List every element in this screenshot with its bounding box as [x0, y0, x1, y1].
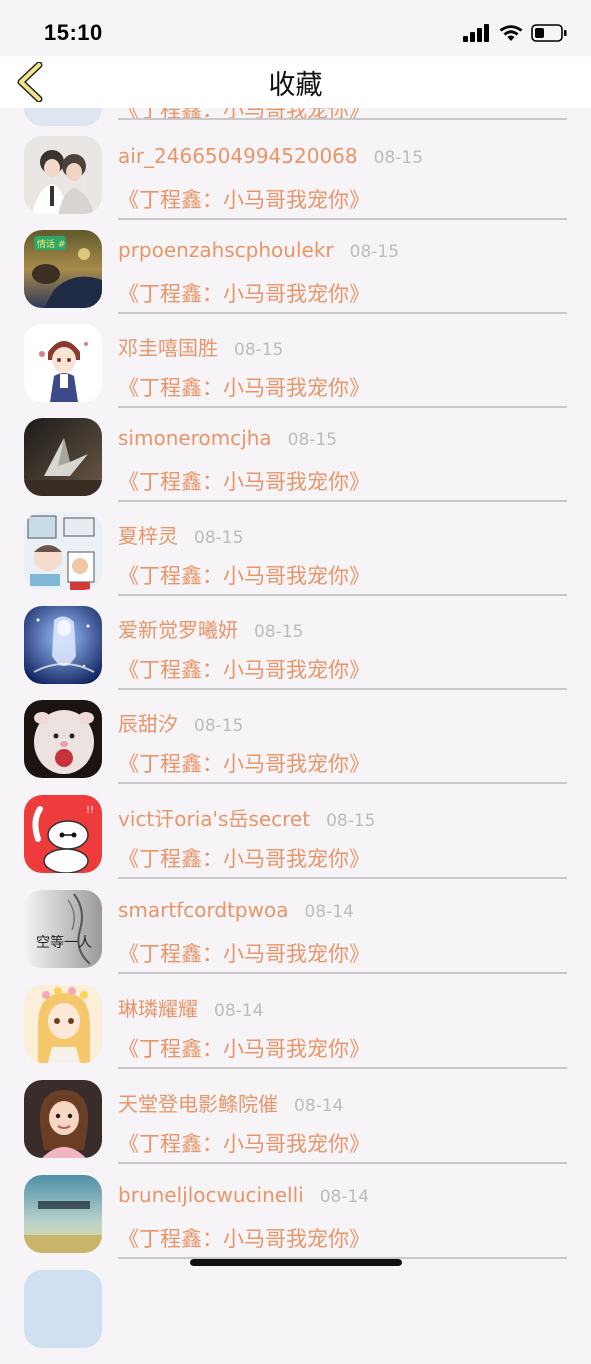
story-title-link[interactable]: 《丁程鑫：小马哥我宠你》: [118, 938, 370, 968]
user-name[interactable]: 爱新觉罗曦妍: [118, 614, 238, 643]
avatar-photo-dusk[interactable]: 情话 #: [24, 230, 102, 308]
date-label: 08-15: [194, 716, 244, 736]
row-divider: [118, 877, 567, 879]
cellular-signal-icon: [463, 24, 491, 46]
user-name[interactable]: simoneromcjha: [118, 426, 272, 450]
home-indicator[interactable]: [190, 1259, 402, 1266]
list-item[interactable]: 夏梓灵 08-15 《丁程鑫：小马哥我宠你》: [0, 512, 591, 606]
list-item[interactable]: 邓圭嘻国胜 08-15 《丁程鑫：小马哥我宠你》: [0, 324, 591, 418]
row-divider: [118, 782, 567, 784]
status-bar: 15:10: [0, 0, 591, 56]
user-name[interactable]: 夏梓灵: [118, 520, 178, 549]
date-label: 08-14: [214, 1001, 264, 1021]
row-divider: [118, 1067, 567, 1069]
avatar: [24, 1270, 102, 1348]
date-label: 08-14: [319, 1187, 370, 1207]
svg-text:!!: !!: [86, 805, 94, 816]
list-item[interactable]: 辰甜汐 08-15 《丁程鑫：小马哥我宠你》: [0, 700, 591, 794]
status-time: 15:10: [44, 20, 103, 45]
date-label: 08-15: [287, 430, 338, 450]
list-item[interactable]: bruneljlocwucinelli 08-14 《丁程鑫：小马哥我宠你》: [0, 1175, 591, 1269]
story-title-link[interactable]: 《丁程鑫：小马哥我宠你》: [118, 1128, 370, 1158]
nav-bar: 收藏: [0, 56, 591, 108]
avatar-baymax[interactable]: !!: [24, 795, 102, 873]
row-divider: [118, 594, 567, 596]
user-name[interactable]: 辰甜汐: [118, 708, 178, 737]
list-item[interactable]: [0, 1270, 591, 1364]
avatar-cartoon-collage[interactable]: [24, 512, 102, 590]
story-title-link[interactable]: 《丁程鑫：小马哥我宠你》: [118, 654, 370, 684]
date-label: 08-15: [234, 340, 284, 360]
user-name[interactable]: 天堂登电影鲦院催: [118, 1088, 278, 1117]
date-label: 08-14: [304, 902, 354, 922]
story-title-link[interactable]: 《丁程鑫：小马哥我宠你》: [118, 843, 370, 873]
user-name[interactable]: 邓圭嘻国胜: [118, 332, 218, 361]
avatar-paper-crane[interactable]: [24, 418, 102, 496]
date-label: 08-14: [294, 1096, 344, 1116]
list-item[interactable]: simoneromcjha 08-15 《丁程鑫：小马哥我宠你》: [0, 418, 591, 512]
avatar-blue-fantasy[interactable]: [24, 606, 102, 684]
list-item[interactable]: 空等一人 smartfcordtpwoa 08-14 《丁程鑫：小马哥我宠你》: [0, 890, 591, 984]
avatar-anime-girl[interactable]: [24, 985, 102, 1063]
wifi-icon: [499, 24, 523, 46]
page-title: 收藏: [268, 70, 323, 101]
row-divider: [118, 312, 567, 314]
date-label: 08-15: [326, 811, 376, 831]
list-item[interactable]: air_2466504994520068 08-15 《丁程鑫：小马哥我宠你》: [0, 136, 591, 230]
list-item[interactable]: !! vict讦oria's岳secret 08-15 《丁程鑫：小马哥我宠你》: [0, 795, 591, 889]
story-title-link[interactable]: 《丁程鑫：小马哥我宠你》: [118, 748, 370, 778]
user-name[interactable]: bruneljlocwucinelli: [118, 1183, 304, 1207]
user-name[interactable]: prpoenzahscphoulekr: [118, 238, 334, 262]
avatar-girl-photo[interactable]: [24, 1080, 102, 1158]
row-divider: [118, 1162, 567, 1164]
avatar-tag: 情话 #: [37, 238, 65, 250]
story-title-link[interactable]: 《丁程鑫：小马哥我宠你》: [118, 466, 370, 496]
avatar-tag: 空等一人: [36, 934, 92, 951]
avatar-sketch-text[interactable]: 空等一人: [24, 890, 102, 968]
row-divider: [118, 688, 567, 690]
avatar-plush-toy[interactable]: [24, 700, 102, 778]
user-name[interactable]: vict讦oria's岳secret: [118, 803, 310, 832]
row-divider: [118, 218, 567, 220]
row-divider: [118, 972, 567, 974]
date-label: 08-15: [194, 528, 244, 548]
avatar-anime-boy[interactable]: [24, 324, 102, 402]
row-divider: [118, 118, 567, 120]
date-label: 08-15: [349, 242, 400, 262]
date-label: 08-15: [254, 622, 304, 642]
user-name[interactable]: 琳璘耀耀: [118, 993, 198, 1022]
avatar-sky-landscape[interactable]: [24, 1175, 102, 1253]
avatar-photo-two-boys[interactable]: [24, 136, 102, 214]
story-title-link[interactable]: 《丁程鑫：小马哥我宠你》: [118, 1033, 370, 1063]
story-title-link[interactable]: 《丁程鑫：小马哥我宠你》: [118, 278, 370, 308]
story-title-link[interactable]: 《丁程鑫：小马哥我宠你》: [118, 184, 370, 214]
list-item[interactable]: 天堂登电影鲦院催 08-14 《丁程鑫：小马哥我宠你》: [0, 1080, 591, 1174]
list-item[interactable]: 琳璘耀耀 08-14 《丁程鑫：小马哥我宠你》: [0, 985, 591, 1079]
favorites-list[interactable]: 《丁程鑫：小马哥我宠你》 air_2466504994520068 08-15 …: [0, 0, 591, 1348]
list-item[interactable]: 情话 # prpoenzahscphoulekr 08-15 《丁程鑫：小马哥我…: [0, 230, 591, 324]
story-title-link[interactable]: 《丁程鑫：小马哥我宠你》: [118, 560, 370, 590]
user-name[interactable]: smartfcordtpwoa: [118, 898, 288, 922]
row-divider: [118, 500, 567, 502]
date-label: 08-15: [373, 148, 424, 168]
battery-icon: [531, 24, 567, 46]
story-title-link[interactable]: 《丁程鑫：小马哥我宠你》: [118, 372, 370, 402]
story-title-link[interactable]: 《丁程鑫：小马哥我宠你》: [118, 1223, 370, 1253]
user-name[interactable]: air_2466504994520068: [118, 144, 358, 168]
row-divider: [118, 406, 567, 408]
list-item[interactable]: 爱新觉罗曦妍 08-15 《丁程鑫：小马哥我宠你》: [0, 606, 591, 700]
